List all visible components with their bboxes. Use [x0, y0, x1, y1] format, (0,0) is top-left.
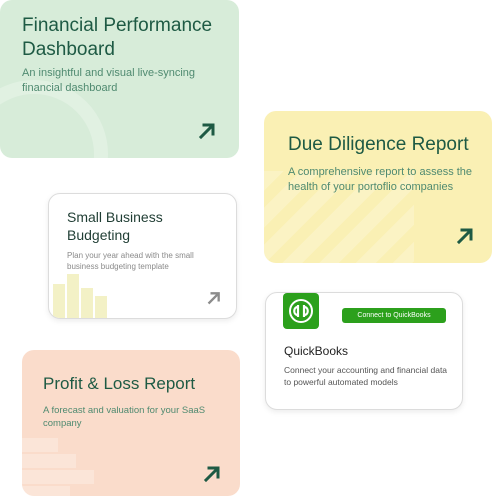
arrow-up-right-icon [203, 466, 220, 483]
quickbooks-logo-icon [283, 293, 319, 329]
card-description: A comprehensive report to assess the hea… [288, 166, 473, 194]
card-description: Plan your year ahead with the small busi… [67, 251, 194, 272]
decorative-bar [67, 274, 79, 318]
financial-dashboard-card[interactable]: Financial Performance Dashboard An insig… [0, 0, 239, 158]
decorative-block [22, 486, 70, 496]
arrow-up-right-icon [456, 228, 473, 245]
connect-quickbooks-button[interactable]: Connect to QuickBooks [342, 308, 446, 323]
decorative-bar [53, 284, 65, 318]
profit-loss-card[interactable]: Profit & Loss Report A forecast and valu… [22, 350, 240, 496]
card-title: Profit & Loss Report [43, 374, 196, 393]
quickbooks-card[interactable]: Connect to QuickBooks QuickBooks Connect… [265, 292, 463, 410]
decorative-bar [81, 288, 93, 318]
small-business-budgeting-card[interactable]: Small Business Budgeting Plan your year … [48, 193, 237, 319]
card-title: Financial Performance Dashboard [22, 15, 213, 60]
decorative-block [22, 470, 94, 484]
due-diligence-card[interactable]: Due Diligence Report A comprehensive rep… [264, 111, 492, 263]
decorative-block [22, 454, 76, 468]
card-description: An insightful and visual live-syncing fi… [22, 67, 196, 95]
card-title: Due Diligence Report [288, 134, 469, 155]
arrow-up-right-icon [207, 292, 220, 305]
decorative-bar [95, 296, 107, 318]
card-title: Small Business Budgeting [67, 209, 163, 243]
card-description: A forecast and valuation for your SaaS c… [43, 405, 206, 430]
card-description: Connect your accounting and financial da… [284, 365, 448, 387]
arrow-up-right-icon [198, 123, 215, 140]
decorative-block [22, 438, 58, 452]
card-title: QuickBooks [284, 344, 349, 358]
